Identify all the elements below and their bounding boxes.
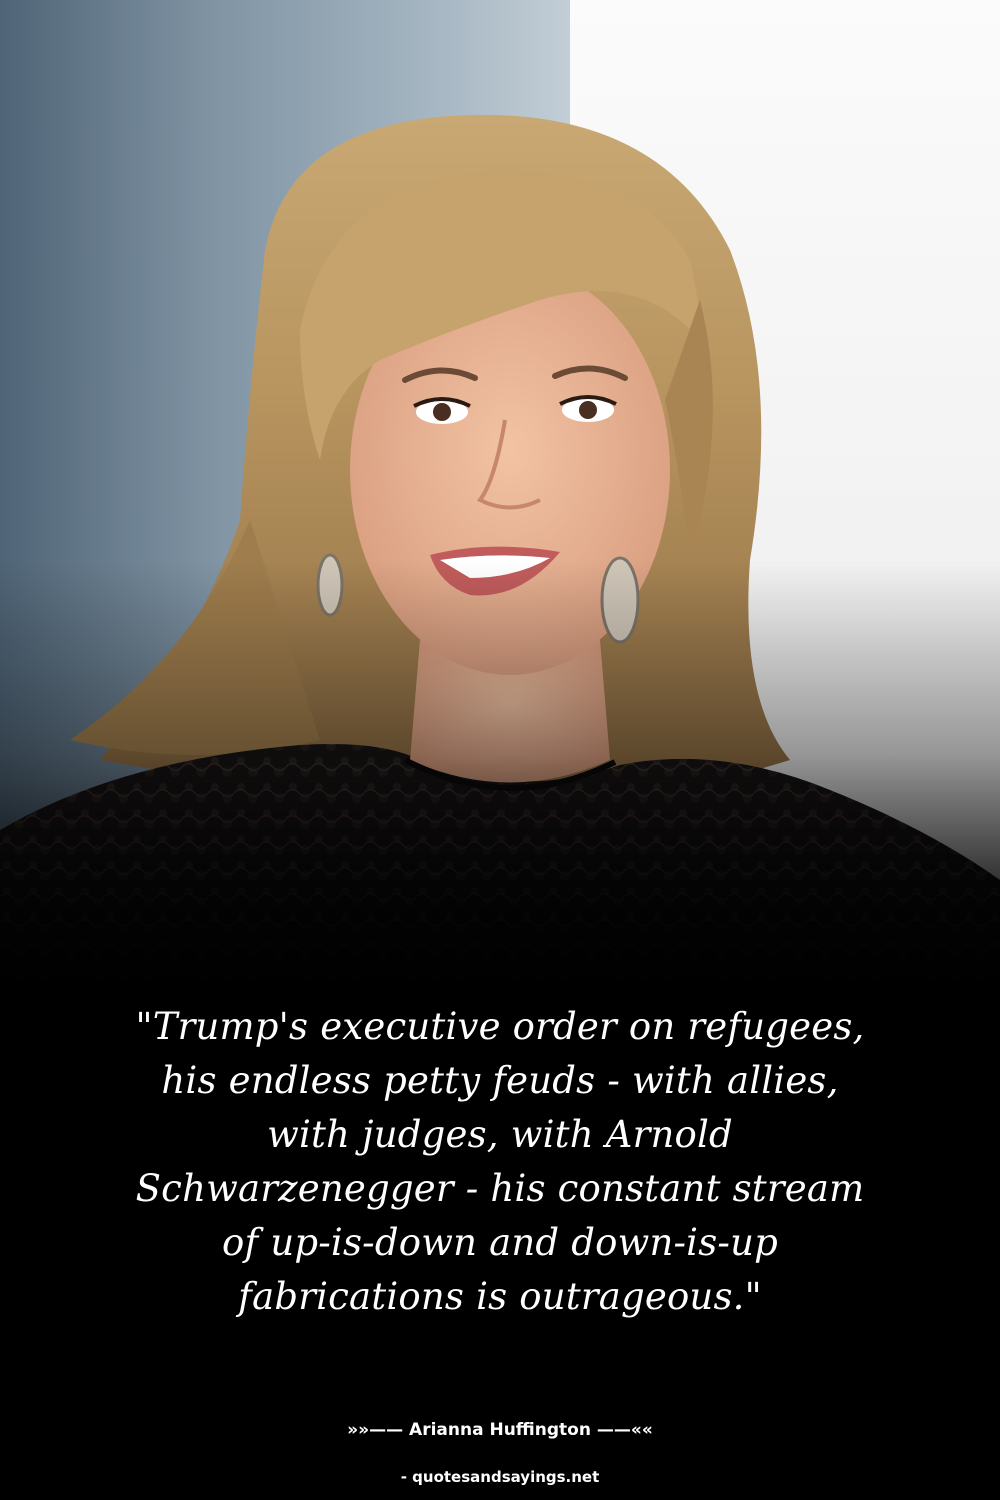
author-name: Arianna Huffington [409,1420,591,1440]
source-watermark: - quotesandsayings.net [400,1468,600,1486]
quote-card: "Trump's executive order on refugees, hi… [0,0,1000,1500]
attribution-suffix: ——«« [590,1420,653,1440]
quote-line: with judges, with Arnold [267,1113,733,1156]
portrait-photo [0,0,1000,990]
photo-fade [0,560,1000,990]
quote-line: his endless petty feuds - with allies, [161,1059,839,1102]
quote-attribution: »»—— Arianna Huffington ——«« [0,1420,1000,1440]
quote-line: Schwarzenegger - his constant stream [135,1167,865,1210]
attribution-prefix: »»—— [347,1420,410,1440]
quote-line: of up-is-down and down-is-up [221,1221,779,1264]
quote-line: "Trump's executive order on refugees, [135,1005,865,1048]
quote-line: fabrications is outrageous." [238,1275,762,1318]
quote-text: "Trump's executive order on refugees, hi… [60,1000,940,1324]
